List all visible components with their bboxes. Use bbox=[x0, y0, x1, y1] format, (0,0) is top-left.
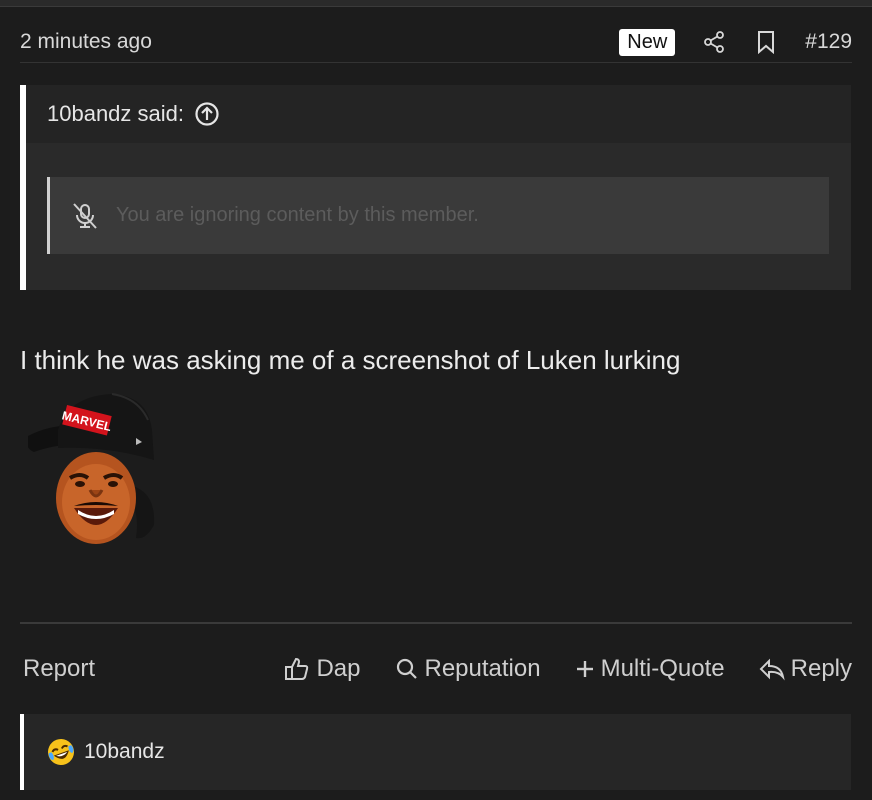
arrow-up-circle-icon[interactable] bbox=[194, 101, 220, 127]
bookmark-icon[interactable] bbox=[753, 29, 779, 55]
multi-quote-label: Multi-Quote bbox=[600, 655, 725, 682]
laughing-crying-emoji-icon bbox=[46, 737, 76, 767]
ignored-content-notice: You are ignoring content by this member. bbox=[47, 177, 829, 254]
new-badge: New bbox=[619, 28, 676, 56]
search-icon bbox=[395, 657, 419, 681]
quote-author[interactable]: 10bandz said: bbox=[47, 101, 184, 127]
dap-label: Dap bbox=[316, 655, 361, 682]
post-header-tools: New #129 bbox=[619, 28, 852, 56]
plus-icon bbox=[575, 659, 595, 679]
reply-label: Reply bbox=[790, 655, 852, 682]
mic-muted-icon bbox=[70, 201, 100, 231]
post-timestamp[interactable]: 2 minutes ago bbox=[20, 30, 152, 54]
post-number-link[interactable]: #129 bbox=[805, 30, 852, 54]
top-divider bbox=[0, 0, 872, 7]
post-actions-bar: Report Dap Reputation Multi-Quote Reply bbox=[20, 648, 852, 690]
footer-divider bbox=[20, 622, 852, 624]
reply-button[interactable]: Reply bbox=[759, 655, 852, 683]
ignored-text: You are ignoring content by this member. bbox=[116, 204, 479, 226]
report-link[interactable]: Report bbox=[20, 655, 95, 683]
reactions-bar[interactable]: 10bandz bbox=[20, 714, 851, 790]
post-body-text: I think he was asking me of a screenshot… bbox=[20, 345, 681, 375]
post-header: 2 minutes ago New #129 bbox=[20, 22, 852, 62]
thumbs-up-icon bbox=[284, 656, 310, 682]
quote-block: 10bandz said: You are ignoring content b… bbox=[20, 85, 851, 290]
reply-icon bbox=[759, 657, 785, 681]
reaction-user[interactable]: 10bandz bbox=[84, 740, 165, 764]
quote-header[interactable]: 10bandz said: bbox=[26, 85, 851, 143]
reputation-label: Reputation bbox=[424, 655, 541, 682]
dap-button[interactable]: Dap bbox=[284, 655, 361, 683]
face-emoji-image: MARVEL bbox=[26, 390, 160, 545]
share-icon[interactable] bbox=[701, 29, 727, 55]
multi-quote-button[interactable]: Multi-Quote bbox=[575, 655, 725, 683]
reputation-button[interactable]: Reputation bbox=[395, 655, 541, 683]
header-divider bbox=[20, 62, 852, 63]
